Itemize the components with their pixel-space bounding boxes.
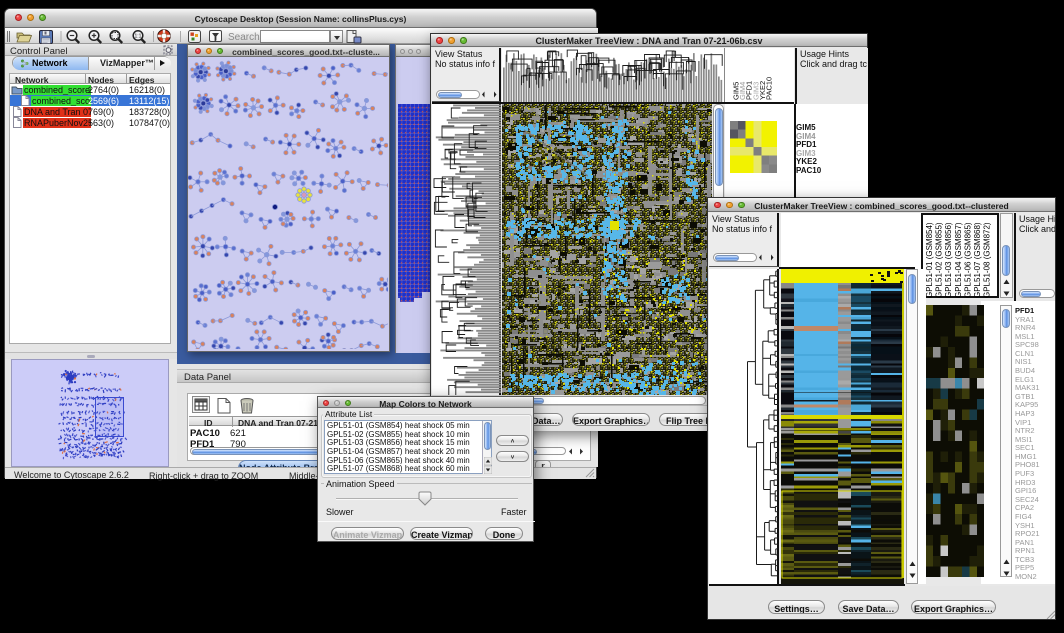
svg-text:GPL51-01 (GSM854): GPL51-01 (GSM854) bbox=[925, 222, 934, 298]
svg-text:GPL51-06 (GSM865): GPL51-06 (GSM865) bbox=[963, 222, 972, 298]
svg-text:GPL51-04 (GSM857): GPL51-04 (GSM857) bbox=[954, 222, 963, 298]
svg-text:GPL51-07 (GSM868): GPL51-07 (GSM868) bbox=[973, 222, 982, 298]
svg-text:GPL51-02 (GSM855): GPL51-02 (GSM855) bbox=[935, 222, 944, 298]
svg-text:GPL51-08 (GSM872): GPL51-08 (GSM872) bbox=[983, 222, 992, 298]
svg-text:GPL51-03 (GSM856): GPL51-03 (GSM856) bbox=[944, 222, 953, 298]
svg-text:PAC10: PAC10 bbox=[765, 77, 774, 100]
svg-text:1:1: 1:1 bbox=[135, 34, 142, 40]
